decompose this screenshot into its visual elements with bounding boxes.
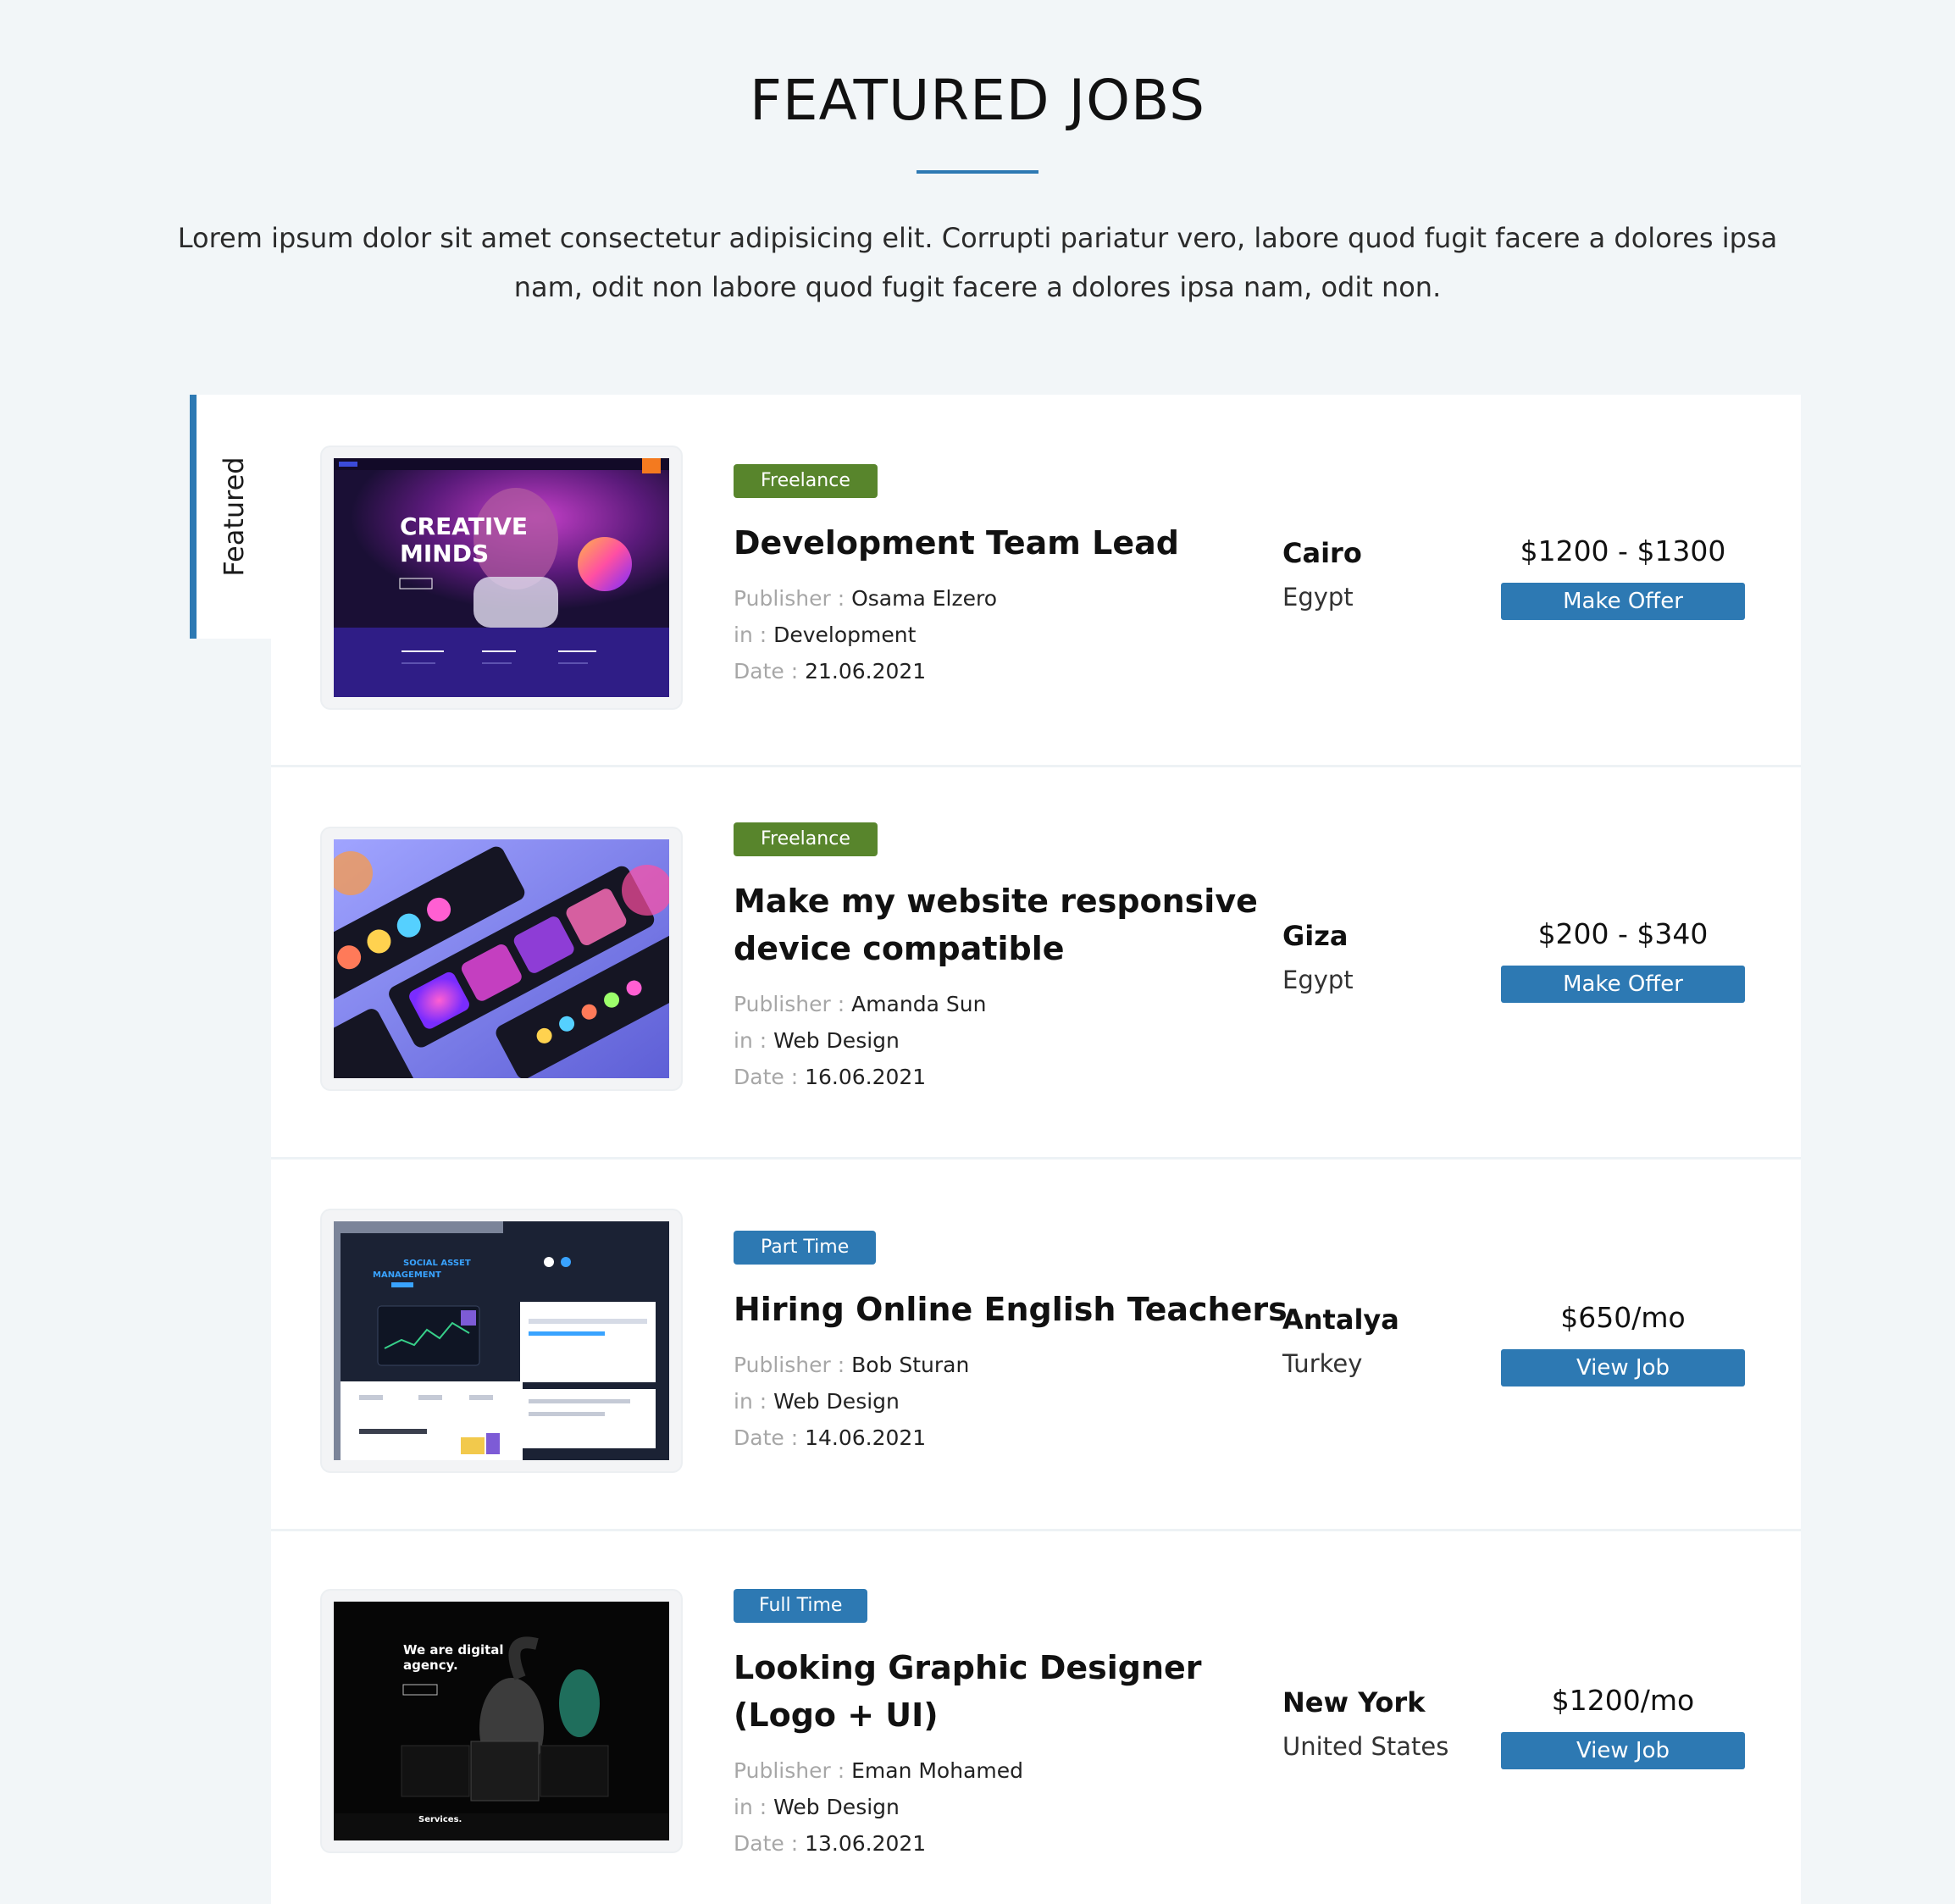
job-city: New York xyxy=(1282,1686,1426,1719)
thumb-headline-1: We are digital xyxy=(403,1642,504,1658)
category-name[interactable]: Web Design xyxy=(773,1389,900,1414)
publisher-label: Publisher : xyxy=(734,1758,852,1783)
job-thumbnail[interactable] xyxy=(322,828,681,1089)
title-underline xyxy=(917,170,1038,174)
job-city: Giza xyxy=(1282,920,1349,952)
job-type-badge: Part Time xyxy=(734,1231,877,1265)
thumb-headline-2: MINDS xyxy=(400,540,489,567)
category-name[interactable]: Web Design xyxy=(773,1028,900,1053)
date-line: Date : 21.06.2021 xyxy=(734,653,997,689)
make-offer-button[interactable]: Make Offer xyxy=(1501,583,1745,620)
category-name[interactable]: Web Design xyxy=(773,1795,900,1819)
publisher-name[interactable]: Osama Elzero xyxy=(851,586,997,611)
view-job-button[interactable]: View Job xyxy=(1501,1349,1745,1386)
job-meta: Publisher : Amanda Sun in : Web Design D… xyxy=(734,986,986,1095)
publisher-line: Publisher : Bob Sturan xyxy=(734,1347,969,1383)
publisher-name[interactable]: Eman Mohamed xyxy=(851,1758,1023,1783)
publisher-line: Publisher : Eman Mohamed xyxy=(734,1752,1023,1789)
asset-management-preview: SOCIAL ASSET MANAGEMENT xyxy=(334,1221,669,1460)
date-value: 21.06.2021 xyxy=(805,659,927,684)
job-title[interactable]: Hiring Online English Teachers xyxy=(734,1286,1310,1333)
featured-ribbon-label: Featured xyxy=(218,457,250,577)
category-line: in : Web Design xyxy=(734,1022,986,1059)
job-thumbnail-image: We are digital agency. Services. xyxy=(334,1602,669,1840)
job-card: We are digital agency. Services. Full Ti… xyxy=(271,1531,1801,1904)
thumb-headline-1: SOCIAL ASSET xyxy=(403,1259,471,1268)
job-thumbnail[interactable]: CREATIVE MINDS xyxy=(322,447,681,708)
publisher-label: Publisher : xyxy=(734,992,852,1016)
date-line: Date : 14.06.2021 xyxy=(734,1420,969,1456)
date-label: Date : xyxy=(734,1065,806,1089)
job-type-badge: Full Time xyxy=(734,1589,868,1623)
job-thumbnail[interactable]: We are digital agency. Services. xyxy=(322,1591,681,1851)
publisher-name[interactable]: Amanda Sun xyxy=(851,992,986,1016)
job-title[interactable]: Development Team Lead xyxy=(734,519,1276,567)
thumb-headline-2: MANAGEMENT xyxy=(373,1270,441,1280)
category-name[interactable]: Development xyxy=(773,623,916,647)
featured-ribbon: Featured xyxy=(190,395,271,639)
job-price: $650/mo xyxy=(1560,1301,1686,1334)
job-country: Egypt xyxy=(1282,966,1354,994)
make-offer-button[interactable]: Make Offer xyxy=(1501,966,1745,1003)
nft-dashboard-preview xyxy=(334,839,669,1078)
category-line: in : Web Design xyxy=(734,1383,969,1420)
job-card: SOCIAL ASSET MANAGEMENT Part Time Hiring… xyxy=(271,1160,1801,1531)
date-line: Date : 16.06.2021 xyxy=(734,1059,986,1095)
job-country: Egypt xyxy=(1282,583,1354,612)
job-meta: Publisher : Osama Elzero in : Developmen… xyxy=(734,580,997,689)
date-value: 13.06.2021 xyxy=(805,1831,927,1856)
date-label: Date : xyxy=(734,1425,806,1450)
publisher-label: Publisher : xyxy=(734,1353,852,1377)
job-title[interactable]: Make my website responsive device compat… xyxy=(734,877,1276,972)
category-label: in : xyxy=(734,1028,774,1053)
job-price: $200 - $340 xyxy=(1537,917,1709,950)
job-city: Antalya xyxy=(1282,1303,1399,1336)
publisher-line: Publisher : Amanda Sun xyxy=(734,986,986,1022)
job-card: CREATIVE MINDS Freelance Development Tea… xyxy=(271,395,1801,767)
job-title[interactable]: Looking Graphic Designer (Logo + UI) xyxy=(734,1644,1276,1739)
section-description: Lorem ipsum dolor sit amet consectetur a… xyxy=(177,222,1778,303)
category-line: in : Web Design xyxy=(734,1789,1023,1825)
job-thumbnail-image xyxy=(334,839,669,1078)
date-value: 16.06.2021 xyxy=(805,1065,927,1089)
job-type-badge: Freelance xyxy=(734,822,878,856)
publisher-name[interactable]: Bob Sturan xyxy=(851,1353,969,1377)
job-thumbnail-image: CREATIVE MINDS xyxy=(334,458,669,697)
job-thumbnail[interactable]: SOCIAL ASSET MANAGEMENT xyxy=(322,1210,681,1471)
category-label: in : xyxy=(734,623,774,647)
thumb-headline-1: CREATIVE xyxy=(400,512,528,540)
job-type-badge: Freelance xyxy=(734,464,878,498)
job-price: $1200 - $1300 xyxy=(1520,534,1726,567)
publisher-line: Publisher : Osama Elzero xyxy=(734,580,997,617)
publisher-label: Publisher : xyxy=(734,586,852,611)
job-card: Freelance Make my website responsive dev… xyxy=(271,767,1801,1160)
job-country: Turkey xyxy=(1282,1349,1363,1378)
date-value: 14.06.2021 xyxy=(805,1425,927,1450)
job-country: United States xyxy=(1282,1732,1449,1761)
job-thumbnail-image: SOCIAL ASSET MANAGEMENT xyxy=(334,1221,669,1460)
job-city: Cairo xyxy=(1282,537,1362,569)
category-line: in : Development xyxy=(734,617,997,653)
category-label: in : xyxy=(734,1389,774,1414)
date-label: Date : xyxy=(734,1831,806,1856)
digital-agency-preview: We are digital agency. Services. xyxy=(334,1602,669,1840)
job-meta: Publisher : Eman Mohamed in : Web Design… xyxy=(734,1752,1023,1862)
thumb-services-text: Services. xyxy=(418,1815,462,1824)
creative-minds-preview: CREATIVE MINDS xyxy=(334,458,669,697)
category-label: in : xyxy=(734,1795,774,1819)
thumb-headline-2: agency. xyxy=(403,1658,458,1673)
date-label: Date : xyxy=(734,659,806,684)
section-title: FEATURED JOBS xyxy=(749,68,1206,133)
job-price: $1200/mo xyxy=(1551,1684,1695,1717)
job-meta: Publisher : Bob Sturan in : Web Design D… xyxy=(734,1347,969,1456)
view-job-button[interactable]: View Job xyxy=(1501,1732,1745,1769)
